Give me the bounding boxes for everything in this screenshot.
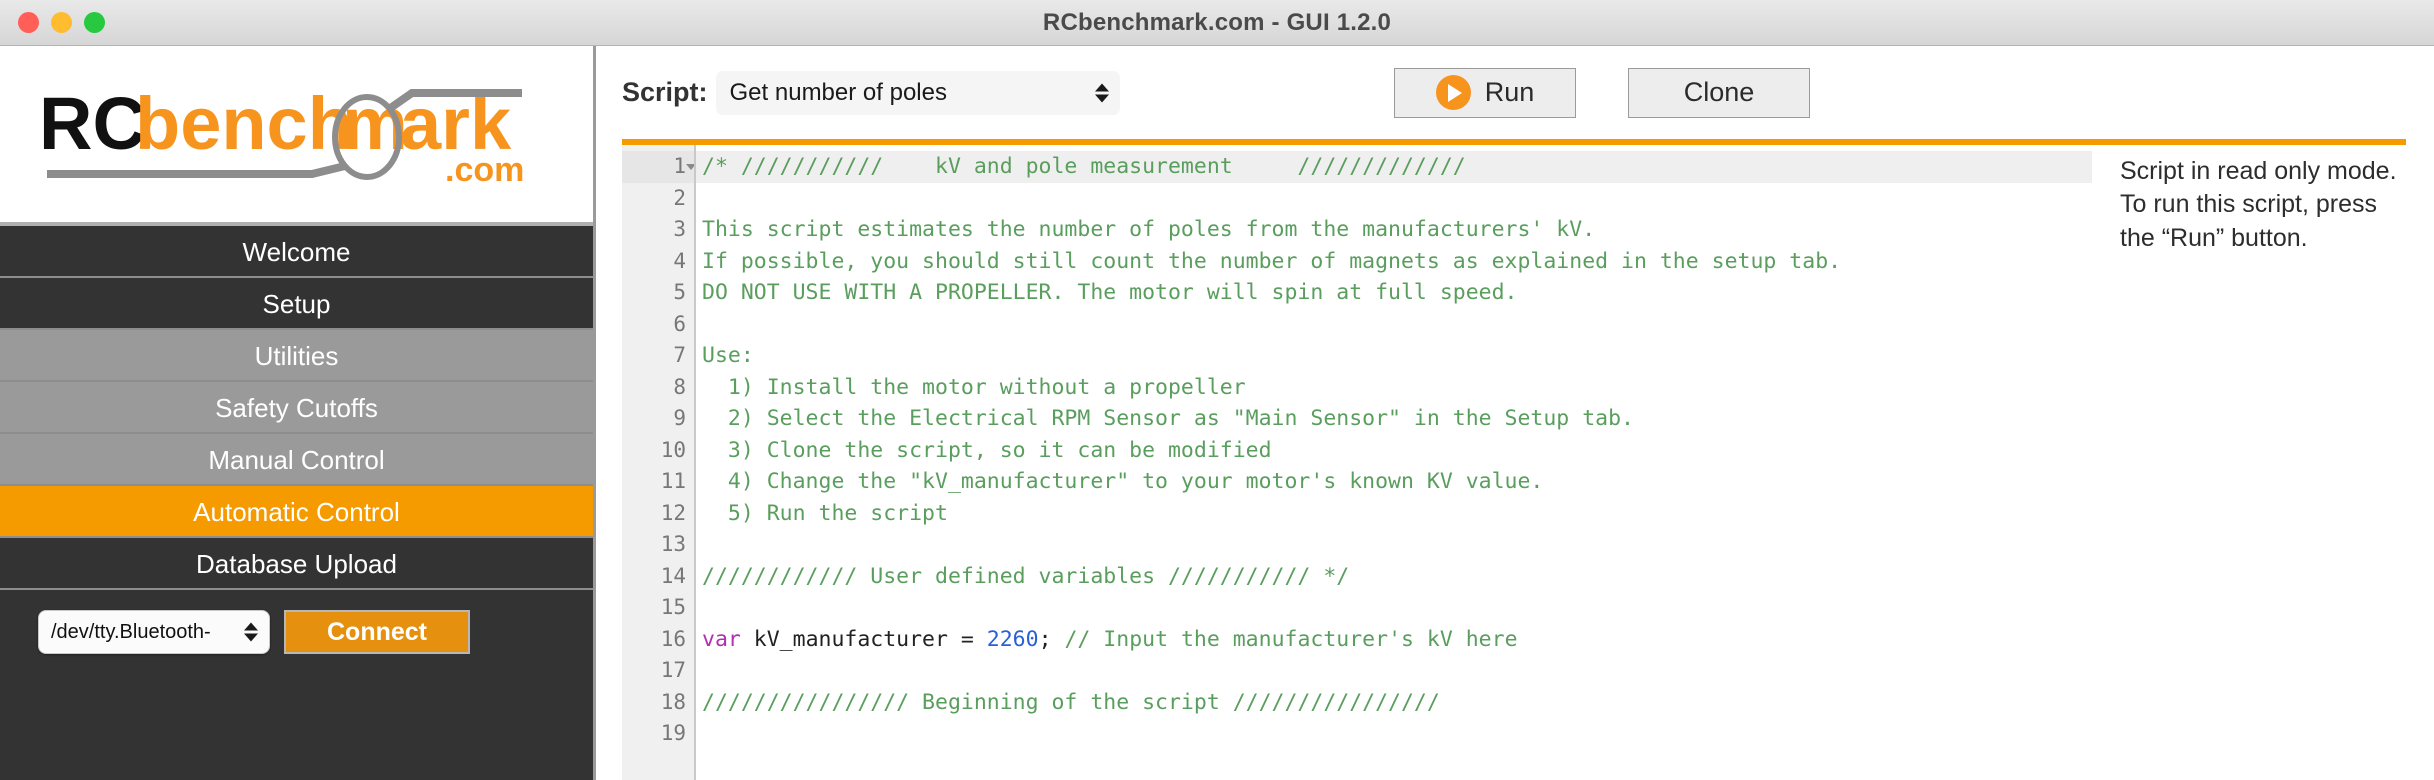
code-line: var kV_manufacturer = 2260; // Input the… bbox=[696, 624, 2092, 656]
code-line: Use: bbox=[702, 343, 754, 368]
script-label: Script: bbox=[622, 77, 708, 107]
connection-row: /dev/tty.Bluetooth- Connect bbox=[0, 590, 593, 654]
sidebar-item-safety-cutoffs[interactable]: Safety Cutoffs bbox=[0, 382, 593, 434]
sidebar-item-label: Setup bbox=[262, 289, 331, 319]
play-icon bbox=[1435, 75, 1471, 110]
line-number: 10 bbox=[660, 437, 686, 462]
sidebar-item-welcome[interactable]: Welcome bbox=[0, 226, 593, 278]
code-token: var bbox=[702, 626, 741, 652]
svg-text:RC: RC bbox=[39, 82, 146, 165]
sidebar-item-label: Welcome bbox=[242, 237, 351, 267]
line-number: 14 bbox=[660, 563, 686, 588]
readonly-notice: Script in read only mode. To run this sc… bbox=[2092, 145, 2434, 780]
chevron-updown-icon bbox=[1094, 83, 1109, 102]
editor-area: 1 2 3 4 5 6 7 8 9 10 11 12 13 14 15 16 17 18 19 /* ///////… bbox=[596, 145, 2434, 780]
line-number: 11 bbox=[660, 469, 686, 493]
rcbenchmark-logo: RC bench m ark .com bbox=[27, 69, 567, 199]
code-line: 5) Run the script bbox=[702, 500, 948, 526]
line-number: 6 bbox=[673, 311, 686, 336]
connect-button-label: Connect bbox=[327, 617, 427, 646]
line-number: 7 bbox=[673, 343, 686, 367]
code-line: DO NOT USE WITH A PROPELLER. The motor w… bbox=[702, 280, 1518, 305]
code-line: This script estimates the number of pole… bbox=[702, 217, 1596, 242]
brand-logo-area: RC bench m ark .com bbox=[0, 46, 593, 226]
sidebar-item-label: Manual Control bbox=[208, 445, 385, 475]
code-line: 4) Change the "kV_manufacturer" to your … bbox=[702, 469, 1544, 494]
code-token: ; bbox=[1038, 626, 1065, 652]
sidebar-item-label: Database Upload bbox=[196, 549, 397, 579]
line-number: 12 bbox=[660, 500, 686, 525]
window-title: RCbenchmark.com - GUI 1.2.0 bbox=[1042, 8, 1392, 36]
code-token: kV_manufacturer bbox=[740, 626, 961, 652]
line-number: 17 bbox=[660, 658, 686, 682]
line-number: 3 bbox=[673, 217, 686, 241]
clone-button-label: Clone bbox=[1683, 77, 1755, 107]
app-body: RC bench m ark .com Welcome Setup Utilit… bbox=[0, 46, 2434, 780]
serial-port-value: /dev/tty.Bluetooth- bbox=[51, 620, 211, 643]
code-line: 1) Install the motor without a propeller bbox=[702, 374, 1246, 400]
stepper-arrows-icon bbox=[244, 622, 258, 642]
script-select[interactable]: Get number of poles bbox=[715, 70, 1120, 115]
sidebar-item-utilities[interactable]: Utilities bbox=[0, 330, 593, 382]
line-number: 16 bbox=[660, 626, 686, 651]
readonly-notice-text: Script in read only mode. To run this sc… bbox=[2120, 157, 2397, 252]
clone-button[interactable]: Clone bbox=[1628, 67, 1810, 118]
code-line: 3) Clone the script, so it can be modifi… bbox=[702, 437, 1272, 463]
sidebar-item-automatic-control[interactable]: Automatic Control bbox=[0, 486, 593, 538]
line-number: 15 bbox=[660, 595, 686, 619]
code-line: If possible, you should still count the … bbox=[702, 248, 1842, 274]
sidebar: RC bench m ark .com Welcome Setup Utilit… bbox=[0, 46, 596, 780]
svg-text:.com: .com bbox=[445, 151, 524, 189]
sidebar-item-label: Safety Cutoffs bbox=[215, 393, 378, 423]
line-number: 13 bbox=[660, 532, 686, 556]
window-titlebar: RCbenchmark.com - GUI 1.2.0 bbox=[0, 0, 2434, 46]
run-button[interactable]: Run bbox=[1394, 67, 1576, 118]
sidebar-filler bbox=[0, 654, 593, 780]
code-line: /* /////////// kV and pole measurement /… bbox=[696, 151, 2092, 183]
line-number: 8 bbox=[673, 374, 686, 399]
run-button-label: Run bbox=[1484, 77, 1535, 107]
line-number: 9 bbox=[673, 406, 686, 430]
line-number: 5 bbox=[673, 280, 686, 304]
code-editor[interactable]: 1 2 3 4 5 6 7 8 9 10 11 12 13 14 15 16 17 18 19 /* ///////… bbox=[622, 145, 2092, 780]
logo-icon: RC bench m ark .com bbox=[39, 82, 524, 189]
sidebar-nav: Welcome Setup Utilities Safety Cutoffs M… bbox=[0, 226, 593, 590]
serial-port-select[interactable]: /dev/tty.Bluetooth- bbox=[38, 610, 270, 654]
line-number: 1 bbox=[622, 151, 696, 183]
line-number: 18 bbox=[660, 689, 686, 714]
line-number-gutter: 1 2 3 4 5 6 7 8 9 10 11 12 13 14 15 16 17 18 19 bbox=[622, 145, 696, 780]
main-panel: Script: Get number of poles Run Clone 12… bbox=[596, 46, 2434, 780]
svg-text:bench: bench bbox=[135, 82, 353, 165]
script-toolbar: Script: Get number of poles Run Clone bbox=[596, 46, 2434, 139]
sidebar-item-setup[interactable]: Setup bbox=[0, 278, 593, 330]
sidebar-item-database-upload[interactable]: Database Upload bbox=[0, 538, 593, 590]
code-line: 2) Select the Electrical RPM Sensor as "… bbox=[702, 406, 1634, 431]
line-number: 19 bbox=[660, 721, 686, 745]
line-number: 2 bbox=[673, 185, 686, 210]
sidebar-item-label: Utilities bbox=[254, 341, 339, 371]
script-select-value: Get number of poles bbox=[729, 78, 947, 106]
sidebar-item-label: Automatic Control bbox=[193, 497, 400, 527]
connect-button[interactable]: Connect bbox=[284, 610, 470, 654]
line-number: 4 bbox=[673, 248, 686, 273]
code-token: 2260 bbox=[986, 626, 1039, 652]
code-token: = bbox=[960, 626, 987, 652]
code-line: //////////// User defined variables ////… bbox=[702, 563, 1350, 589]
code-line: //////////////// Beginning of the script… bbox=[702, 689, 1440, 715]
code-content[interactable]: /* /////////// kV and pole measurement /… bbox=[694, 145, 2092, 780]
sidebar-item-manual-control[interactable]: Manual Control bbox=[0, 434, 593, 486]
code-token: // Input the manufacturer's kV here bbox=[1064, 626, 1518, 652]
